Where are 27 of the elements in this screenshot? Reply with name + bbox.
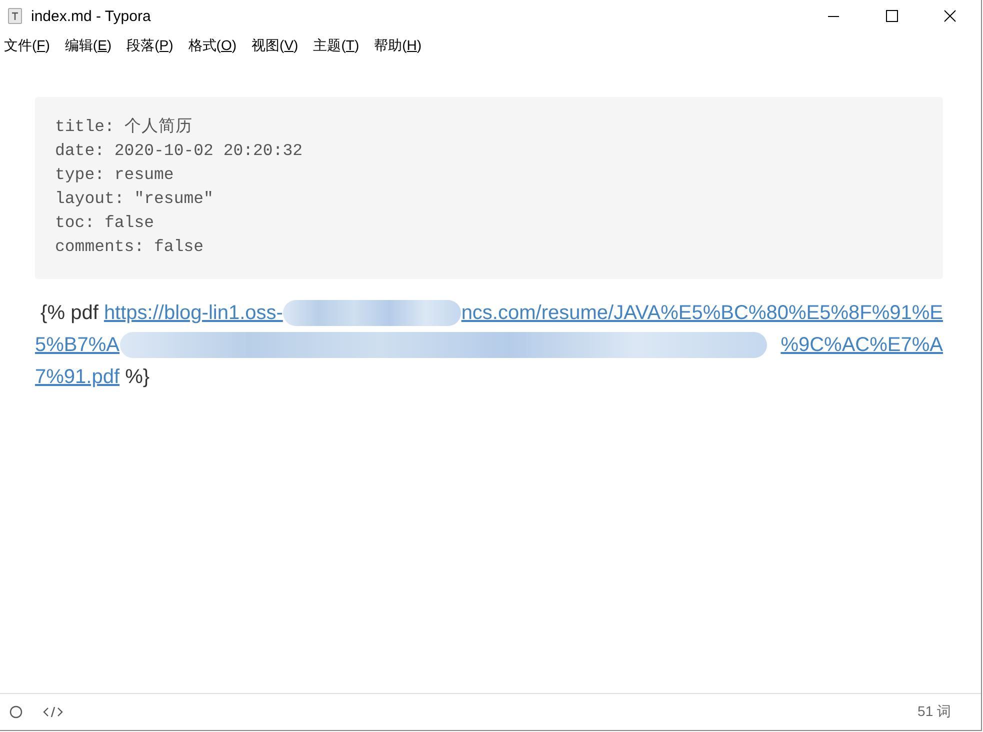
menu-item[interactable]: 编辑(E) xyxy=(64,37,112,55)
menu-item[interactable]: 主题(T) xyxy=(313,37,360,55)
maximize-icon xyxy=(886,10,898,22)
text: %} xyxy=(124,365,150,390)
code-line: type: resume xyxy=(55,164,175,186)
link[interactable]: ncs.com/resume/JAVA%E5%BC%80%E5%8F%91%E xyxy=(461,297,943,329)
menu-item[interactable]: 格式(O) xyxy=(188,37,237,55)
menu-item[interactable]: 帮助(H) xyxy=(374,37,422,55)
link[interactable]: %9C%AC%E7%A xyxy=(780,329,943,361)
menu-item[interactable]: 段落(P) xyxy=(126,37,174,55)
window-title: index.md - Typora xyxy=(31,8,151,24)
text: {% pdf xyxy=(40,301,100,326)
menu-item[interactable]: 视图(V) xyxy=(252,37,298,55)
source-code-icon[interactable] xyxy=(43,705,63,719)
code-line: layout: "resume" xyxy=(55,188,214,210)
outline-toggle-icon[interactable] xyxy=(9,705,23,719)
close-icon xyxy=(944,10,956,22)
code-line: toc: false xyxy=(55,212,156,234)
menu-item[interactable]: 文件(F) xyxy=(4,37,50,55)
document-icon xyxy=(8,8,22,24)
link[interactable]: 5%B7%A xyxy=(35,329,120,361)
code-line: comments: false xyxy=(55,236,205,258)
word-count[interactable]: 51 词 xyxy=(918,703,951,721)
code-line: title: 个人简历 xyxy=(55,116,194,138)
link[interactable]: https://blog-lin1.oss- xyxy=(104,297,283,329)
link[interactable]: 7%91.pdf xyxy=(35,361,120,393)
code-line: date: 2020-10-02 20:20:32 xyxy=(55,140,304,162)
